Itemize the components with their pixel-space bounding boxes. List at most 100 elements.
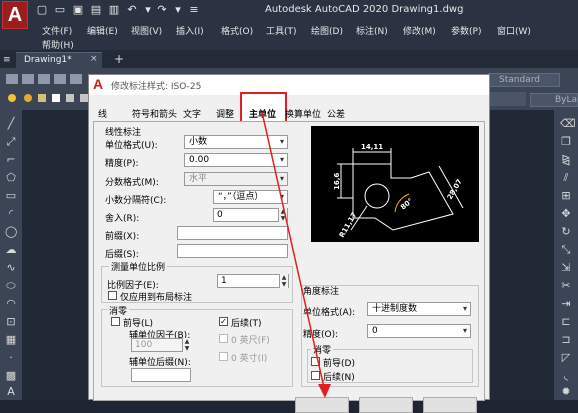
print-icon[interactable]: ▥ xyxy=(108,4,120,16)
polyline-icon[interactable]: ⌐ xyxy=(5,154,17,166)
join-icon[interactable]: ⊐ xyxy=(560,334,572,346)
circle-icon[interactable]: ◯ xyxy=(5,226,17,238)
menu-modify[interactable]: 修改(M) xyxy=(403,24,436,37)
scale-icon[interactable]: ⤡ xyxy=(560,244,572,256)
move-icon[interactable]: ✥ xyxy=(560,208,572,220)
layout-only-checkbox[interactable] xyxy=(108,291,117,300)
tab-text[interactable]: 文字 xyxy=(183,107,201,121)
offset-icon[interactable]: ⫽ xyxy=(560,172,572,184)
tab-fit[interactable]: 调整 xyxy=(216,107,234,121)
prefix-input[interactable] xyxy=(177,226,288,240)
polygon-icon[interactable]: ⬠ xyxy=(5,172,17,184)
erase-icon[interactable]: ⌫ xyxy=(560,118,576,130)
rectangle-icon[interactable]: ▭ xyxy=(5,190,17,202)
extend-icon[interactable]: ⇥ xyxy=(560,298,572,310)
ellipse-icon[interactable]: ⬭ xyxy=(5,280,17,292)
leading-zero-checkbox[interactable] xyxy=(111,317,120,326)
suffix-input[interactable] xyxy=(177,244,288,258)
spline-icon[interactable]: ∿ xyxy=(5,262,17,274)
redo-icon[interactable]: ↷ xyxy=(156,4,168,16)
customize-toolbar-icon[interactable]: ≡ xyxy=(188,4,200,16)
decimal-separator-label: 小数分隔符(C): xyxy=(105,196,167,206)
open-file-icon[interactable]: ▭ xyxy=(54,4,66,16)
tab-tolerances[interactable]: 公差 xyxy=(327,107,345,121)
menu-file[interactable]: 文件(F) xyxy=(42,24,72,37)
decimal-separator-select[interactable]: “，”（逗点） ▾ xyxy=(213,190,288,204)
make-block-icon[interactable]: ▦ xyxy=(5,334,17,346)
preview-hole xyxy=(364,183,390,209)
revision-cloud-icon[interactable]: ☁ xyxy=(5,244,17,256)
hatch-icon[interactable]: ▩ xyxy=(5,370,17,382)
tab-primary-units[interactable]: 主单位 xyxy=(249,107,276,121)
array-icon[interactable]: ⊞ xyxy=(560,190,572,202)
ellipse-arc-icon[interactable]: ◠ xyxy=(5,298,17,310)
precision-label: 精度(P): xyxy=(105,159,139,169)
toolbar-tool-icon xyxy=(38,74,50,84)
chamfer-icon[interactable]: ◸ xyxy=(560,352,572,364)
help-button[interactable] xyxy=(423,397,477,413)
menu-tools[interactable]: 工具(T) xyxy=(266,24,297,37)
menu-format[interactable]: 格式(O) xyxy=(221,24,253,37)
close-tab-icon[interactable]: × xyxy=(90,54,98,64)
layer-combo[interactable]: ByLa xyxy=(530,93,578,107)
layout-only-label: 仅应用到布局标注 xyxy=(120,293,193,303)
break-icon[interactable]: ⊏ xyxy=(560,316,572,328)
new-file-icon[interactable]: ▢ xyxy=(36,4,48,16)
angular-precision-select[interactable]: 0 ▾ xyxy=(367,324,471,338)
tab-symbols-arrows[interactable]: 符号和箭头 xyxy=(132,107,177,121)
fraction-format-label: 分数格式(M): xyxy=(105,178,159,188)
round-off-input[interactable]: 0 xyxy=(213,208,288,222)
new-tab-button[interactable]: + xyxy=(114,52,124,66)
point-icon[interactable]: · xyxy=(5,352,17,364)
ok-button[interactable] xyxy=(295,397,349,413)
insert-block-icon[interactable]: ⊡ xyxy=(5,316,17,328)
undo-icon[interactable]: ↶ xyxy=(126,4,138,16)
line-tool-icon[interactable]: ╱ xyxy=(5,118,17,130)
fillet-icon[interactable]: ◟ xyxy=(560,370,572,382)
menu-parameters[interactable]: 参数(P) xyxy=(451,24,481,37)
redo-dropdown-icon[interactable]: ▾ xyxy=(172,4,184,16)
save-as-icon[interactable]: ▤ xyxy=(90,4,102,16)
layer-freeze-icon xyxy=(24,94,32,102)
draw-toolbar: ╱ ⤢ ⌐ ⬠ ▭ ◜ ◯ ☁ ∿ ⬭ ◠ ⊡ ▦ · ▩ A xyxy=(0,110,22,400)
stretch-icon[interactable]: ⇲ xyxy=(560,262,572,274)
fraction-format-select[interactable]: 水平 ▾ xyxy=(184,172,288,186)
menu-insert[interactable]: 插入(I) xyxy=(176,24,204,37)
construction-line-icon[interactable]: ⤢ xyxy=(5,136,17,148)
trailing-zero-checkbox[interactable]: ✓ xyxy=(219,317,228,326)
angular-trailing-checkbox[interactable] xyxy=(311,371,320,380)
unit-format-select[interactable]: 小数 ▾ xyxy=(184,135,288,149)
menu-window[interactable]: 窗口(W) xyxy=(497,24,531,37)
modify-dimension-style-dialog: A 修改标注样式: ISO-25 线 符号和箭头 文字 调整 主单位 换算单位 … xyxy=(88,74,490,413)
zero-feet-checkbox[interactable] xyxy=(219,334,228,343)
tab-lines[interactable]: 线 xyxy=(98,107,107,121)
rotate-icon[interactable]: ↻ xyxy=(560,226,572,238)
menu-edit[interactable]: 编辑(E) xyxy=(87,24,118,37)
menu-dimension[interactable]: 标注(N) xyxy=(356,24,388,37)
cancel-button[interactable] xyxy=(359,397,413,413)
arc-icon[interactable]: ◜ xyxy=(5,208,17,220)
angular-leading-checkbox[interactable] xyxy=(311,357,320,366)
zero-feet-label: 0 英尺(F) xyxy=(231,336,270,346)
scale-factor-spinner[interactable]: ▲ ▼ xyxy=(279,274,288,288)
trim-icon[interactable]: ✂ xyxy=(560,280,572,292)
explode-icon[interactable]: ✹ xyxy=(560,386,572,398)
round-off-spinner[interactable]: ▲ ▼ xyxy=(278,208,287,222)
precision-select[interactable]: 0.00 ▾ xyxy=(184,153,288,167)
save-icon[interactable]: ▣ xyxy=(72,4,84,16)
text-icon[interactable]: A xyxy=(5,386,17,398)
mirror-icon[interactable]: ⧎ xyxy=(560,154,572,166)
autocad-logo-button[interactable]: A xyxy=(2,1,28,29)
undo-dropdown-icon[interactable]: ▾ xyxy=(142,4,154,16)
sub-unit-factor-spinner[interactable]: ▲ ▼ xyxy=(182,338,191,352)
angular-unit-format-select[interactable]: 十进制度数 ▾ xyxy=(367,302,471,316)
text-style-combo[interactable]: Standard xyxy=(488,73,560,87)
menu-draw[interactable]: 绘图(D) xyxy=(311,24,343,37)
menu-view[interactable]: 视图(V) xyxy=(131,24,162,37)
tab-alternate-units[interactable]: 换算单位 xyxy=(285,107,321,121)
copy-icon[interactable]: ❐ xyxy=(560,136,572,148)
menu-hamburger-icon[interactable]: ≡ xyxy=(3,55,11,65)
chevron-down-icon: ▾ xyxy=(462,326,467,335)
zero-inches-checkbox[interactable] xyxy=(219,352,228,361)
sub-unit-suffix-input[interactable] xyxy=(131,368,191,382)
